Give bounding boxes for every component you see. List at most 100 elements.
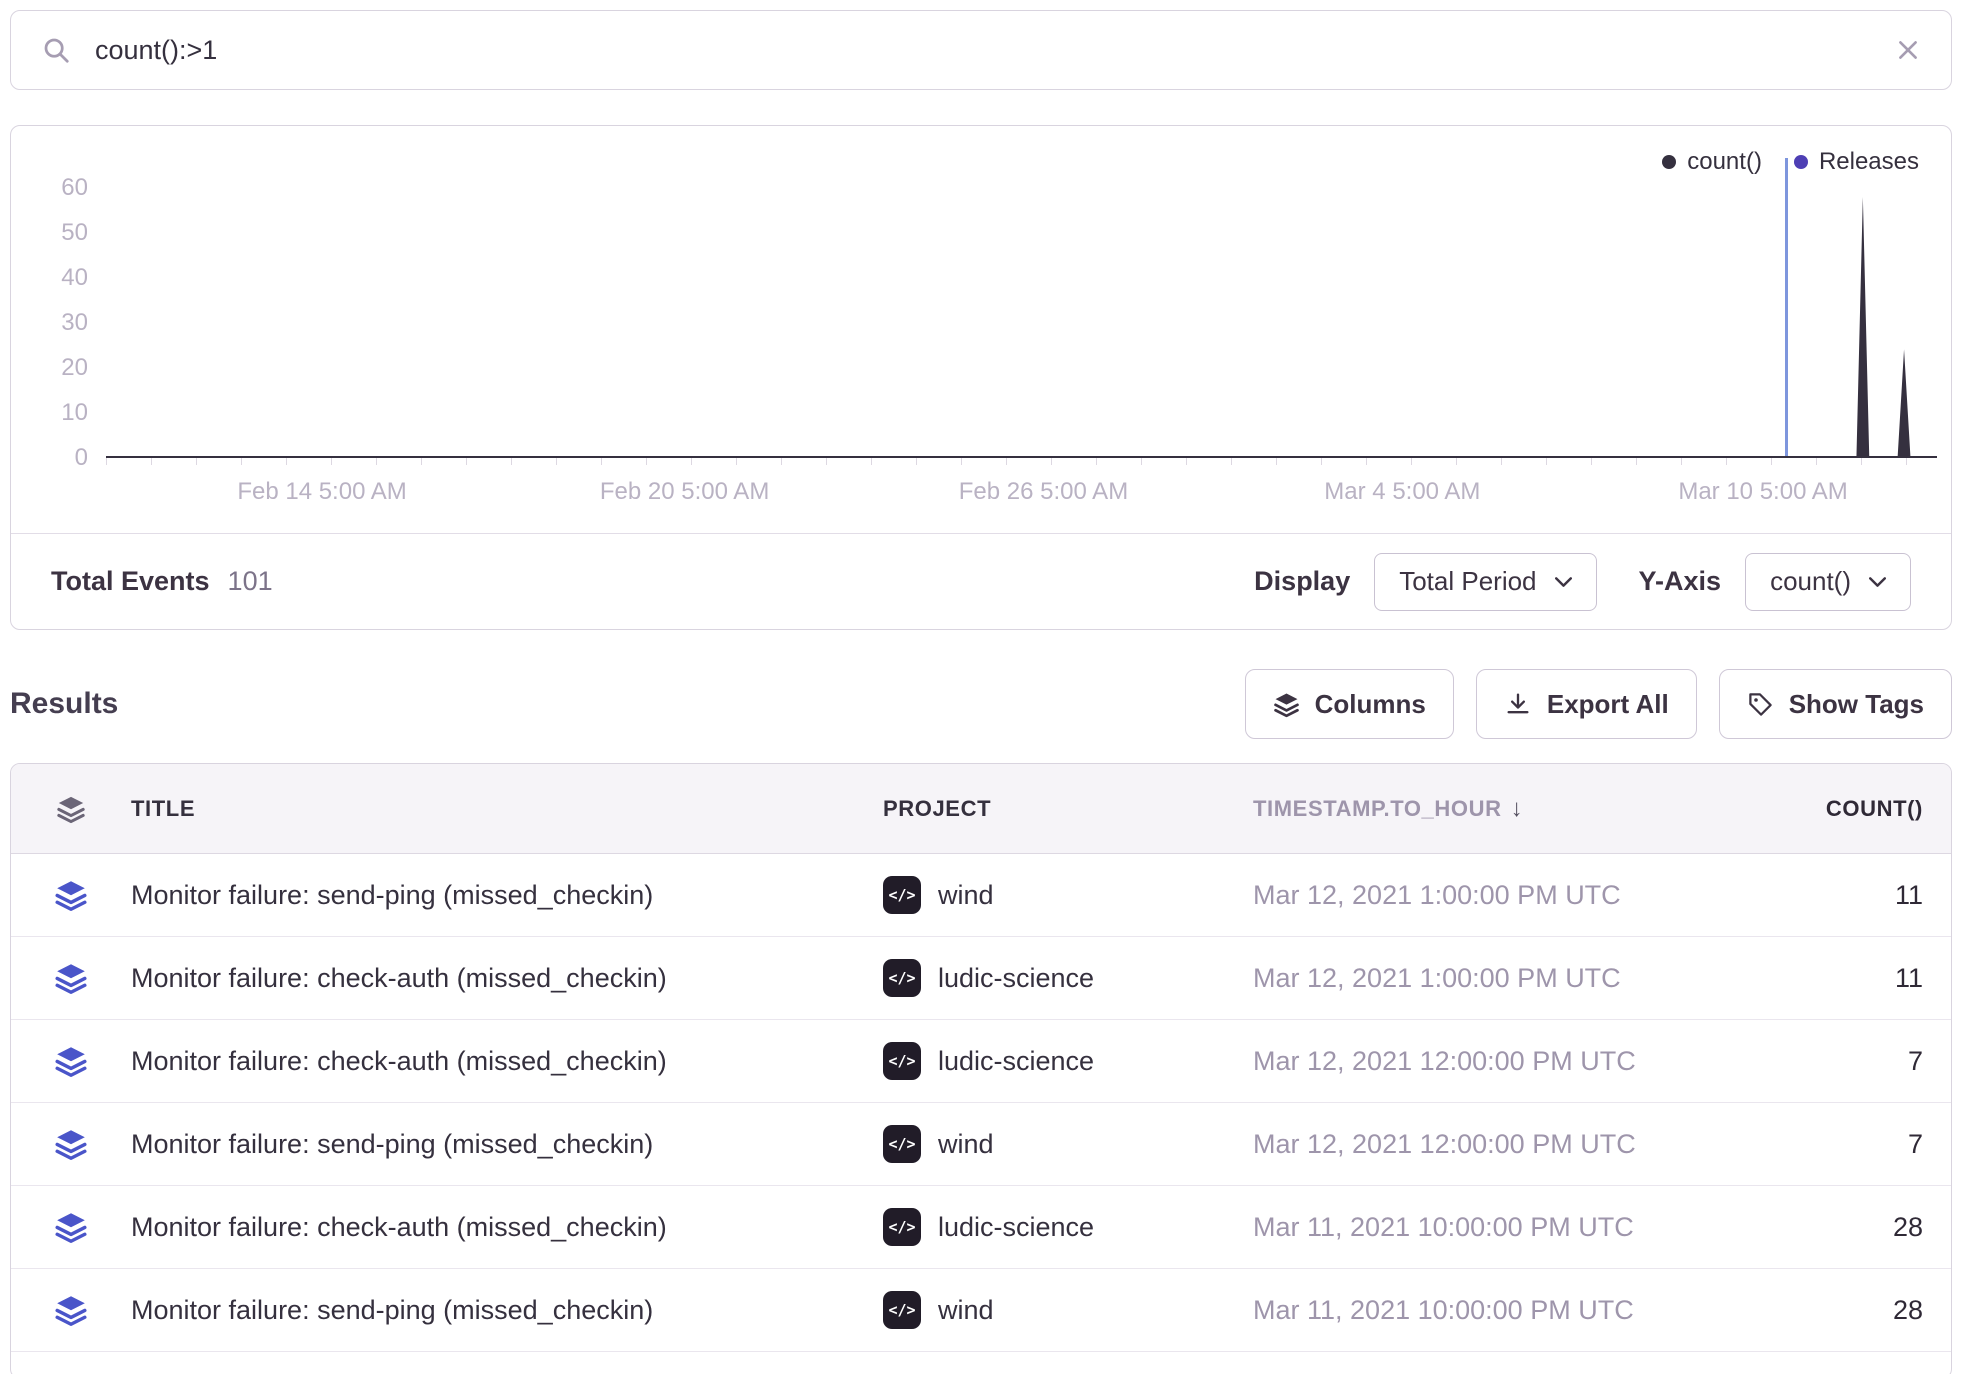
chevron-down-icon — [1869, 577, 1886, 587]
table-row[interactable]: Monitor failure: check-auth (missed_chec… — [11, 937, 1951, 1020]
legend-item-count[interactable]: count() — [1662, 148, 1762, 176]
display-select[interactable]: Total Period — [1374, 553, 1596, 611]
code-icon: </> — [883, 1042, 921, 1080]
project-name: ludic-science — [938, 963, 1094, 994]
column-header-count[interactable]: COUNT() — [1773, 796, 1923, 822]
results-actions: Columns Export All Show Tags — [1245, 669, 1952, 739]
results-header: Results Columns Export All — [10, 669, 1952, 739]
show-tags-button-label: Show Tags — [1789, 689, 1924, 720]
discover-page: count() Releases 0102030405060 Feb 14 5:… — [0, 0, 1962, 1374]
row-timestamp: Mar 12, 2021 12:00:00 PM UTC — [1253, 1129, 1773, 1160]
stack-icon — [11, 794, 131, 824]
row-timestamp: Mar 11, 2021 10:00:00 PM UTC — [1253, 1295, 1773, 1326]
project-name: wind — [938, 1129, 994, 1160]
code-icon: </> — [883, 876, 921, 914]
columns-button[interactable]: Columns — [1245, 669, 1454, 739]
table-row[interactable]: Monitor failure: check-auth (missed_chec… — [11, 1020, 1951, 1103]
events-chart-panel: count() Releases 0102030405060 Feb 14 5:… — [10, 125, 1952, 630]
stack-icon — [11, 1210, 131, 1244]
row-project: </> ludic-science — [883, 959, 1253, 997]
y-tick-label: 40 — [61, 266, 88, 290]
table-row[interactable]: Monitor failure: send-ping (missed_check… — [11, 1269, 1951, 1352]
row-title[interactable]: Monitor failure: check-auth (missed_chec… — [131, 1046, 883, 1077]
search-icon — [41, 35, 71, 65]
y-tick-label: 20 — [61, 356, 88, 380]
columns-stack-icon — [1273, 691, 1300, 718]
stack-icon — [11, 878, 131, 912]
column-header-timestamp-label: TIMESTAMP.TO_HOUR — [1253, 796, 1502, 822]
column-header-title[interactable]: TITLE — [131, 796, 883, 822]
row-count: 11 — [1773, 963, 1923, 994]
search-input[interactable] — [95, 35, 1871, 66]
y-tick-label: 50 — [61, 221, 88, 245]
x-axis-labels: Feb 14 5:00 AMFeb 20 5:00 AMFeb 26 5:00 … — [106, 458, 1937, 533]
row-count: 7 — [1773, 1129, 1923, 1160]
total-events-value: 101 — [228, 566, 273, 597]
count-series-svg — [106, 158, 1937, 457]
row-title[interactable]: Monitor failure: check-auth (missed_chec… — [131, 1212, 883, 1243]
search-bar — [10, 10, 1952, 90]
legend-item-releases[interactable]: Releases — [1794, 148, 1919, 176]
row-project: </> ludic-science — [883, 1042, 1253, 1080]
table-row[interactable]: Monitor failure: send-ping (missed_check… — [11, 854, 1951, 937]
columns-button-label: Columns — [1315, 689, 1426, 720]
chart-body: 0102030405060 — [11, 158, 1951, 458]
legend-label: Releases — [1819, 148, 1919, 176]
code-icon: </> — [883, 1291, 921, 1329]
stack-icon — [11, 1293, 131, 1327]
row-timestamp: Mar 12, 2021 12:00:00 PM UTC — [1253, 1046, 1773, 1077]
display-select-value: Total Period — [1399, 566, 1536, 597]
tag-icon — [1747, 691, 1774, 718]
y-tick-label: 60 — [61, 176, 88, 200]
x-tick-label: Mar 4 5:00 AM — [1324, 478, 1480, 506]
project-name: ludic-science — [938, 1212, 1094, 1243]
table-row[interactable]: Monitor failure: check-auth (missed_chec… — [11, 1186, 1951, 1269]
row-count: 11 — [1773, 880, 1923, 911]
table-body: Monitor failure: send-ping (missed_check… — [11, 854, 1951, 1352]
display-label: Display — [1254, 566, 1350, 597]
export-all-button[interactable]: Export All — [1476, 669, 1697, 739]
close-icon — [1895, 37, 1921, 63]
y-tick-label: 0 — [75, 446, 88, 470]
legend-label: count() — [1687, 148, 1762, 176]
row-count: 28 — [1773, 1212, 1923, 1243]
row-project: </> wind — [883, 1125, 1253, 1163]
results-heading: Results — [10, 687, 118, 721]
download-icon — [1504, 690, 1532, 718]
row-count: 7 — [1773, 1046, 1923, 1077]
code-icon: </> — [883, 1208, 921, 1246]
plot-area[interactable] — [106, 158, 1937, 458]
row-title[interactable]: Monitor failure: send-ping (missed_check… — [131, 880, 883, 911]
project-name: wind — [938, 880, 994, 911]
export-all-button-label: Export All — [1547, 689, 1669, 720]
chart-controls: Display Total Period Y-Axis count() — [1254, 553, 1911, 611]
chevron-down-icon — [1555, 577, 1572, 587]
row-title[interactable]: Monitor failure: send-ping (missed_check… — [131, 1295, 883, 1326]
x-tick-label: Feb 26 5:00 AM — [959, 478, 1128, 506]
show-tags-button[interactable]: Show Tags — [1719, 669, 1952, 739]
count-series-area — [106, 197, 1937, 457]
table-row[interactable]: Monitor failure: send-ping (missed_check… — [11, 1103, 1951, 1186]
stack-icon — [11, 1044, 131, 1078]
clear-search-button[interactable] — [1895, 37, 1921, 63]
yaxis-select-value: count() — [1770, 566, 1851, 597]
results-table: TITLE PROJECT TIMESTAMP.TO_HOUR ↓ COUNT(… — [10, 763, 1952, 1374]
column-header-project[interactable]: PROJECT — [883, 796, 1253, 822]
x-tick-label: Mar 10 5:00 AM — [1678, 478, 1847, 506]
row-title[interactable]: Monitor failure: check-auth (missed_chec… — [131, 963, 883, 994]
row-timestamp: Mar 11, 2021 10:00:00 PM UTC — [1253, 1212, 1773, 1243]
yaxis-select[interactable]: count() — [1745, 553, 1911, 611]
row-title[interactable]: Monitor failure: send-ping (missed_check… — [131, 1129, 883, 1160]
sort-desc-icon[interactable]: ↓ — [1511, 795, 1524, 823]
row-project: </> wind — [883, 1291, 1253, 1329]
yaxis-label: Y-Axis — [1639, 566, 1722, 597]
code-icon: </> — [883, 959, 921, 997]
code-icon: </> — [883, 1125, 921, 1163]
stack-icon — [11, 1127, 131, 1161]
project-name: ludic-science — [938, 1046, 1094, 1077]
column-header-timestamp[interactable]: TIMESTAMP.TO_HOUR ↓ — [1253, 795, 1773, 823]
stack-icon — [11, 961, 131, 995]
y-axis: 0102030405060 — [11, 158, 106, 458]
y-tick-label: 10 — [61, 401, 88, 425]
release-line[interactable] — [1785, 158, 1788, 457]
